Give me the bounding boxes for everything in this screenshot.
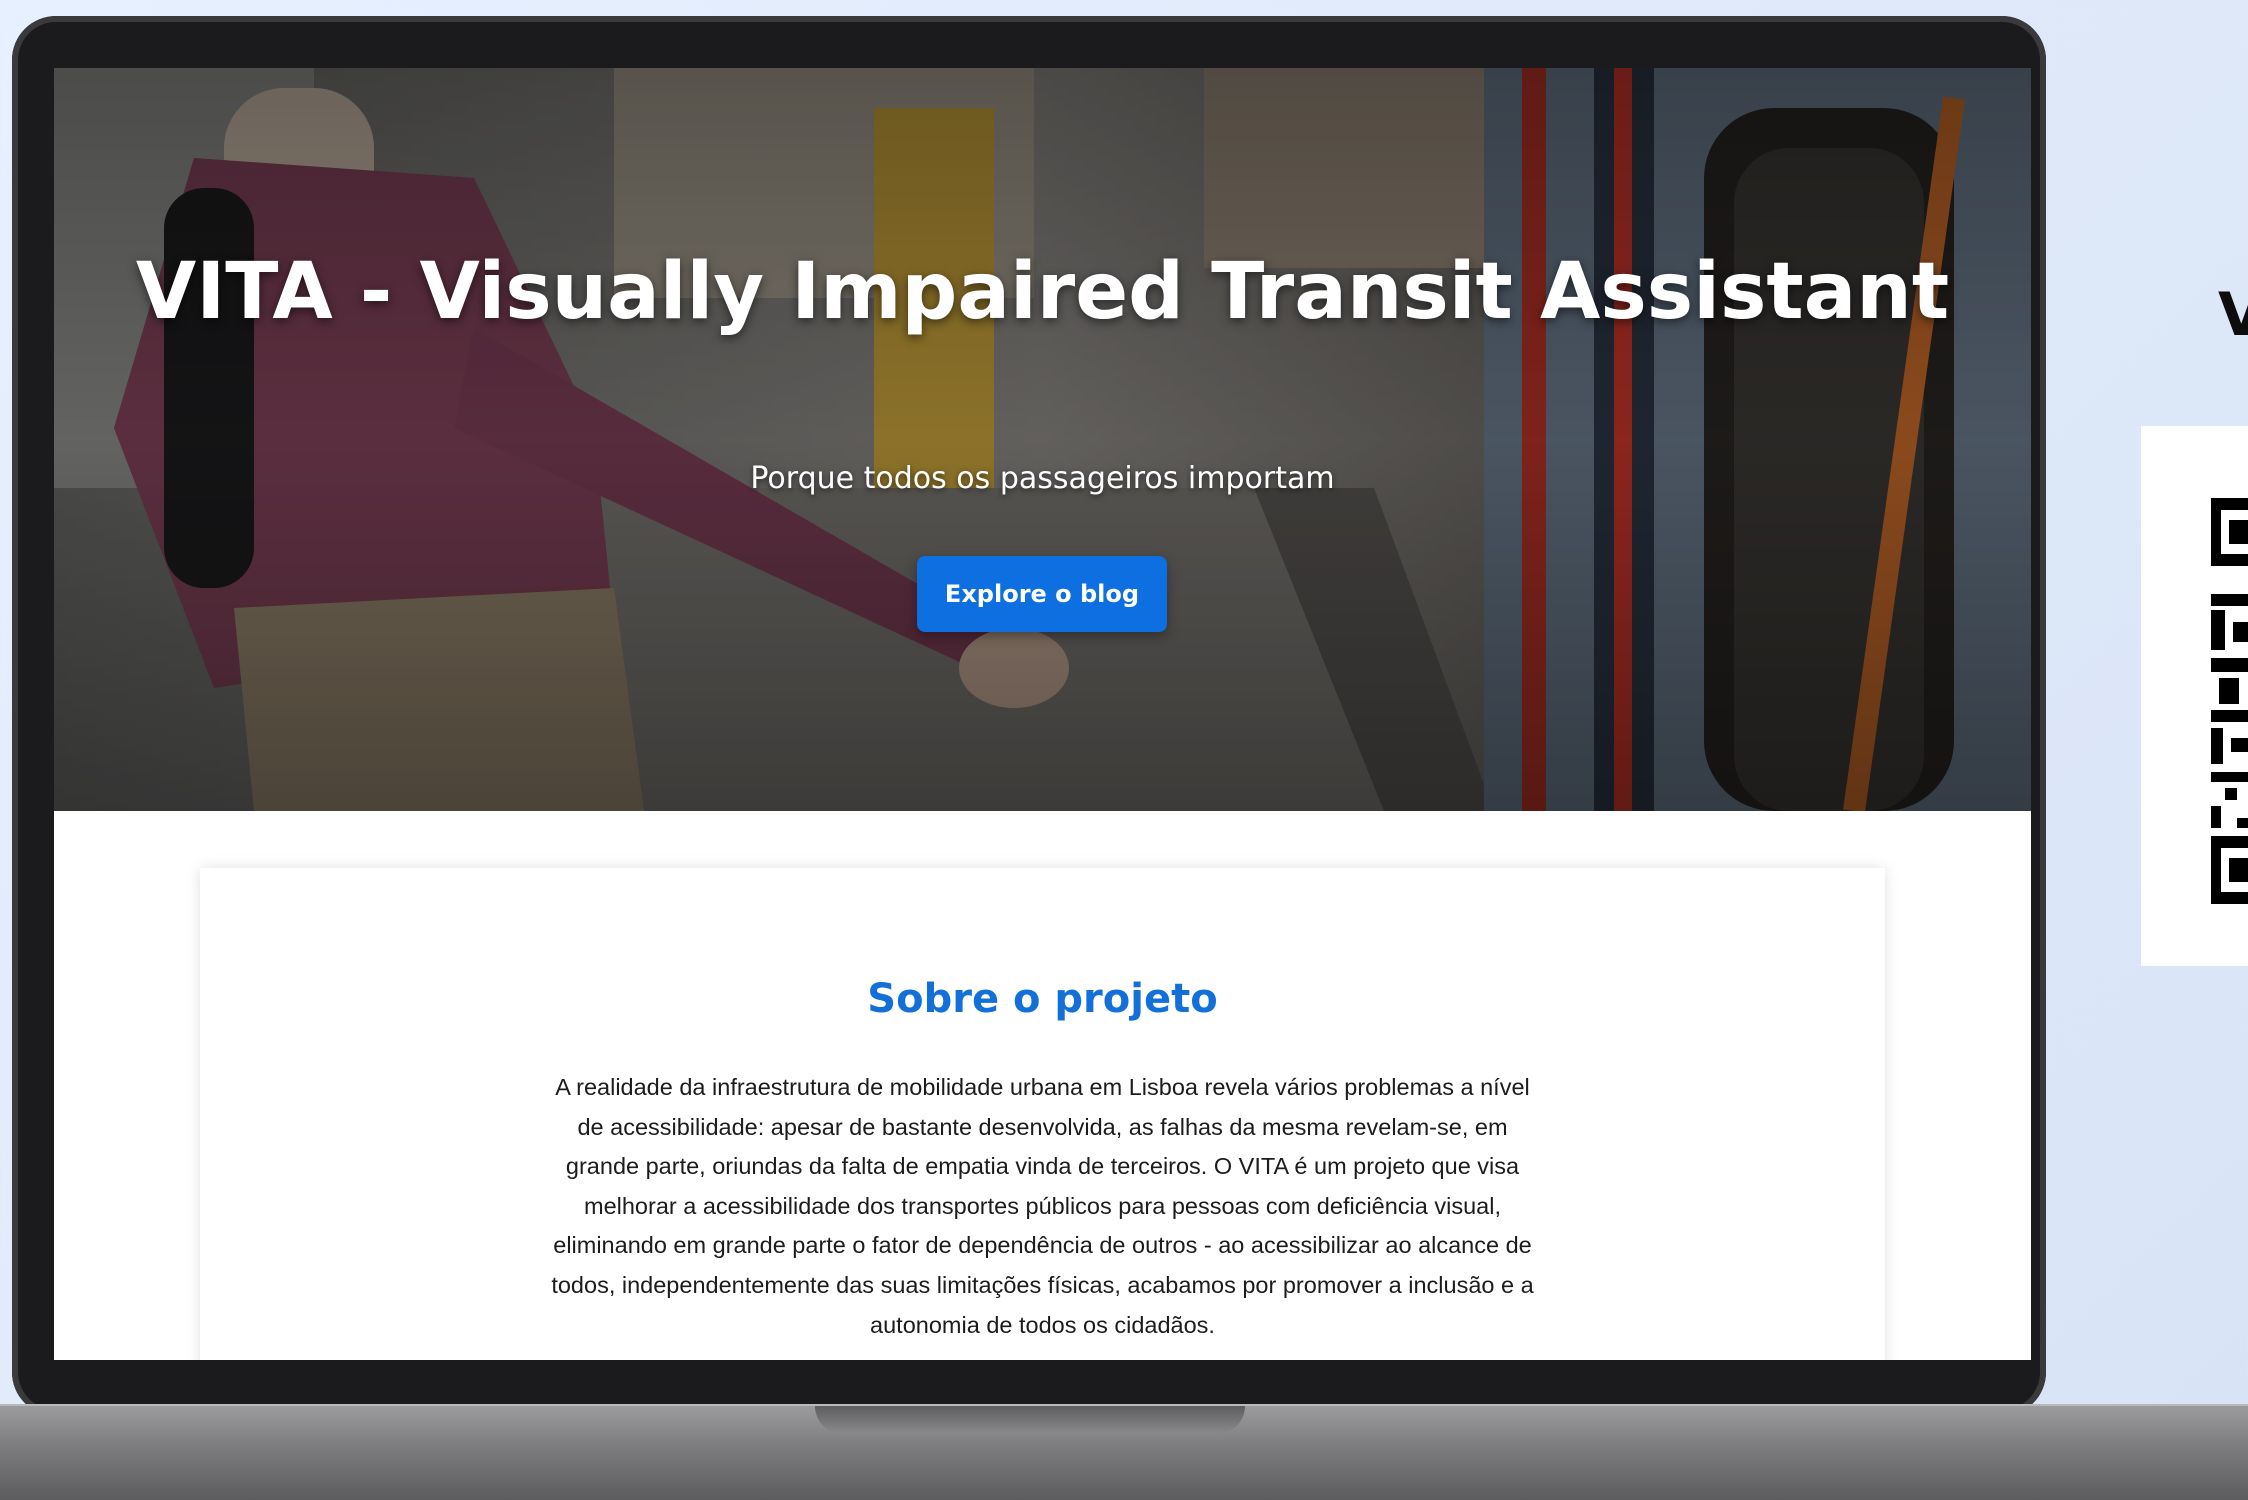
about-section-card: Sobre o projeto A realidade da infraestr… <box>200 868 1885 1365</box>
about-title: Sobre o projeto <box>867 976 1218 1022</box>
hero-title: VITA - Visually Impaired Transit Assista… <box>135 247 1950 337</box>
laptop-base <box>0 1404 2248 1500</box>
qr-code-card <box>2141 426 2248 966</box>
hero-dark-overlay <box>54 68 2031 811</box>
about-description: A realidade da infraestrutura de mobilid… <box>551 1074 1534 1338</box>
hero-banner: VITA - Visually Impaired Transit Assista… <box>54 68 2031 811</box>
screen-bottom-edge <box>54 1360 2031 1365</box>
laptop-opening-notch <box>815 1406 1245 1434</box>
laptop-frame: VITA - Visually Impaired Transit Assista… <box>12 16 2046 1416</box>
qr-code-icon <box>2211 498 2248 904</box>
side-heading-partial: V <box>2218 280 2248 350</box>
hero-subtitle: Porque todos os passageiros importam <box>750 461 1335 496</box>
explore-blog-button[interactable]: Explore o blog <box>917 556 1167 632</box>
website-screen: VITA - Visually Impaired Transit Assista… <box>54 68 2031 1365</box>
